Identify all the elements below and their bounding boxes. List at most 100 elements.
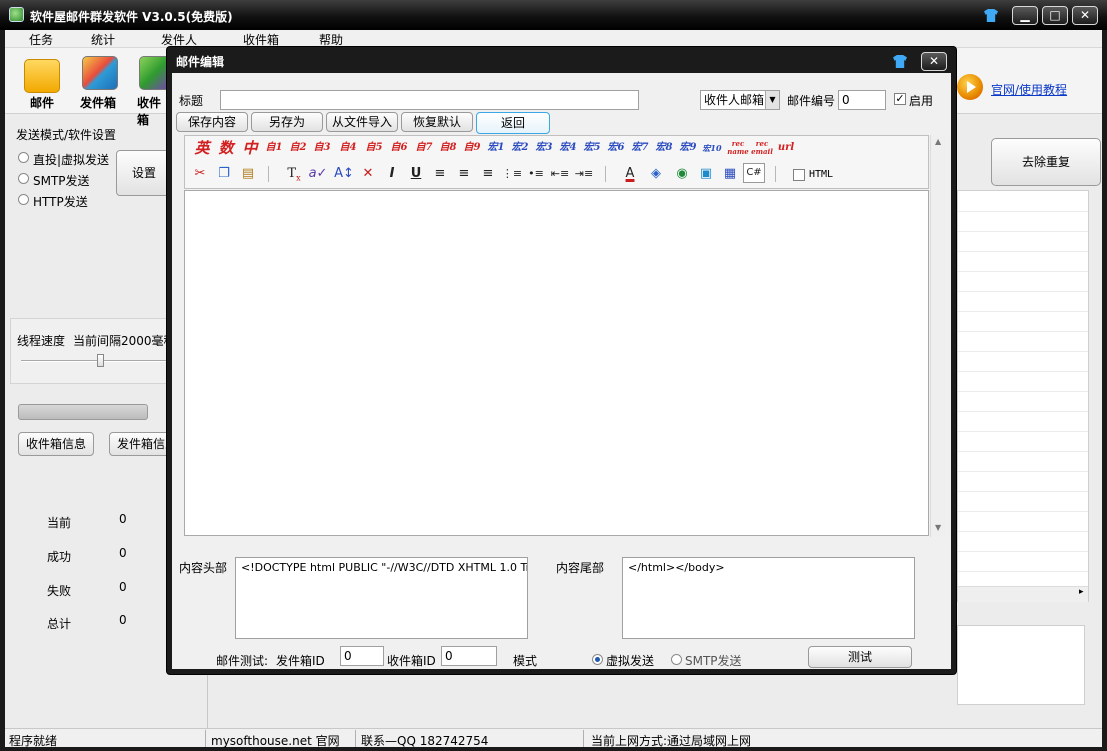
insert-number-button[interactable]: 数 [215,137,237,159]
tutorial-link[interactable]: 官网/使用教程 [991,81,1067,98]
font-size-icon[interactable]: A↕ [333,163,355,185]
scroll-down-icon[interactable]: ▼ [935,523,941,532]
insert-macro4-button[interactable]: 宏4 [557,137,579,159]
insert-custom3-button[interactable]: 自3 [311,137,333,159]
copy-icon[interactable]: ❐ [213,163,235,185]
insert-custom7-button[interactable]: 自7 [413,137,435,159]
code-csharp-button[interactable]: C# [743,163,765,183]
insert-custom2-button[interactable]: 自2 [287,137,309,159]
align-left-icon[interactable]: ≡ [429,163,451,185]
mode-http-radio[interactable] [18,194,29,205]
outbox-id-input[interactable]: 0 [340,646,384,666]
insert-macro5-button[interactable]: 宏5 [581,137,603,159]
image-icon[interactable]: ▣ [695,163,717,185]
insert-english-button[interactable]: 英 [191,137,213,159]
cut-icon[interactable]: ✂ [189,163,211,185]
minimize-button[interactable]: ▁ [1012,6,1038,25]
back-button[interactable]: 返回 [476,112,550,134]
status-bar: 程序就绪 mysofthouse.net 官网 联系—QQ 182742754 … [5,728,1102,748]
insert-url-button[interactable]: url [775,137,797,159]
toolbar-mail-button[interactable]: 邮件 [19,54,71,110]
dialog-close-button[interactable]: ✕ [921,52,947,71]
mode-direct-radio[interactable] [18,152,29,163]
save-content-button[interactable]: 保存内容 [176,112,248,132]
dialog-skin-icon[interactable] [893,55,907,68]
mail-test-label: 邮件测试: [216,654,269,668]
status-separator [355,730,356,747]
italic-icon[interactable]: I [381,163,403,185]
save-as-button[interactable]: 另存为 [251,112,323,132]
skin-icon[interactable] [984,9,998,22]
editor-content-area[interactable] [184,190,929,536]
paste-icon[interactable]: ▤ [237,163,259,185]
content-head-textarea[interactable]: <!DOCTYPE html PUBLIC "-//W3C//DTD XHTML… [235,557,528,639]
right-list-hscrollbar[interactable]: ▸ [958,586,1088,602]
outdent-icon[interactable]: ⇤≡ [549,163,571,185]
content-tail-textarea[interactable]: </html></body> [622,557,915,639]
mode-smtp-radio[interactable] [18,173,29,184]
scroll-up-icon[interactable]: ▲ [935,137,941,146]
insert-custom1-button[interactable]: 自1 [263,137,285,159]
stat-total-label: 总计 [47,617,72,631]
close-button[interactable]: ✕ [1072,6,1098,25]
highlight-color-icon[interactable]: ◈ [645,163,667,185]
restore-default-button[interactable]: 恢复默认 [401,112,473,132]
inbox-id-input[interactable]: 0 [441,646,497,666]
status-site: mysofthouse.net 官网 [211,734,340,748]
clear-format-icon[interactable]: Tx [283,163,305,185]
import-file-button[interactable]: 从文件导入 [326,112,398,132]
test-button[interactable]: 测试 [808,646,912,668]
test-mode-smtp-radio[interactable] [671,654,682,665]
maximize-button[interactable]: □ [1042,6,1068,25]
numbered-list-icon[interactable]: ⋮≡ [501,163,523,185]
test-mode-virtual-radio[interactable] [592,654,603,665]
menu-stats[interactable]: 统计 [91,31,115,48]
dedupe-button[interactable]: 去除重复 [991,138,1101,186]
bullet-list-icon[interactable]: •≡ [525,163,547,185]
toolbar-outbox-button[interactable]: 发件箱 [75,54,127,110]
insert-custom6-button[interactable]: 自6 [388,137,410,159]
enable-checkbox[interactable]: ✓ [894,93,906,105]
html-checkbox[interactable] [793,169,805,181]
spellcheck-icon[interactable]: a✓ [307,163,329,185]
insert-macro7-button[interactable]: 宏7 [629,137,651,159]
insert-custom9-button[interactable]: 自9 [461,137,483,159]
mail-number-input[interactable]: 0 [838,90,886,110]
align-right-icon[interactable]: ≡ [477,163,499,185]
font-color-icon[interactable]: A [619,163,641,185]
insert-custom4-button[interactable]: 自4 [337,137,359,159]
insert-macro8-button[interactable]: 宏8 [653,137,675,159]
insert-macro1-button[interactable]: 宏1 [485,137,507,159]
mail-edit-dialog: 邮件编辑 ✕ 标题 收件人邮箱 ▼ 邮件编号 0 ✓ 启用 保存内容 另存为 从… [166,46,957,675]
dialog-title: 邮件编辑 [176,55,225,69]
insert-macro6-button[interactable]: 宏6 [605,137,627,159]
insert-custom5-button[interactable]: 自5 [363,137,385,159]
scroll-right-icon[interactable]: ▸ [1079,587,1084,597]
insert-rec-name-button[interactable]: rec name [727,137,749,159]
insert-custom8-button[interactable]: 自8 [437,137,459,159]
thread-speed-slider-thumb[interactable] [97,354,104,367]
indent-icon[interactable]: ⇥≡ [573,163,595,185]
settings-button[interactable]: 设置 [116,150,172,196]
insert-macro2-button[interactable]: 宏2 [509,137,531,159]
window-border-right [1102,30,1107,751]
insert-chinese-button[interactable]: 中 [239,137,261,159]
menu-task[interactable]: 任务 [29,31,53,48]
link-icon[interactable]: ◉ [671,163,693,185]
underline-icon[interactable]: U [405,163,427,185]
toolbar-inbox-button[interactable]: 收件箱 [131,54,171,127]
chevron-down-icon[interactable]: ▼ [765,91,779,109]
strike-icon[interactable]: ✕ [357,163,379,185]
subject-input[interactable] [220,90,639,110]
insert-macro3-button[interactable]: 宏3 [533,137,555,159]
insert-rec-email-button[interactable]: rec email [751,137,773,159]
align-center-icon[interactable]: ≡ [453,163,475,185]
table-icon[interactable]: ▦ [719,163,741,185]
insert-macro10-button[interactable]: 宏10 [701,137,723,159]
recipient-select[interactable]: 收件人邮箱 ▼ [700,90,780,110]
editor-vscrollbar[interactable]: ▲ ▼ [930,135,946,537]
thread-speed-label: 线程速度 [17,334,66,348]
insert-macro9-button[interactable]: 宏9 [677,137,699,159]
play-icon[interactable] [957,74,983,100]
inbox-info-button[interactable]: 收件箱信息 [18,432,94,456]
